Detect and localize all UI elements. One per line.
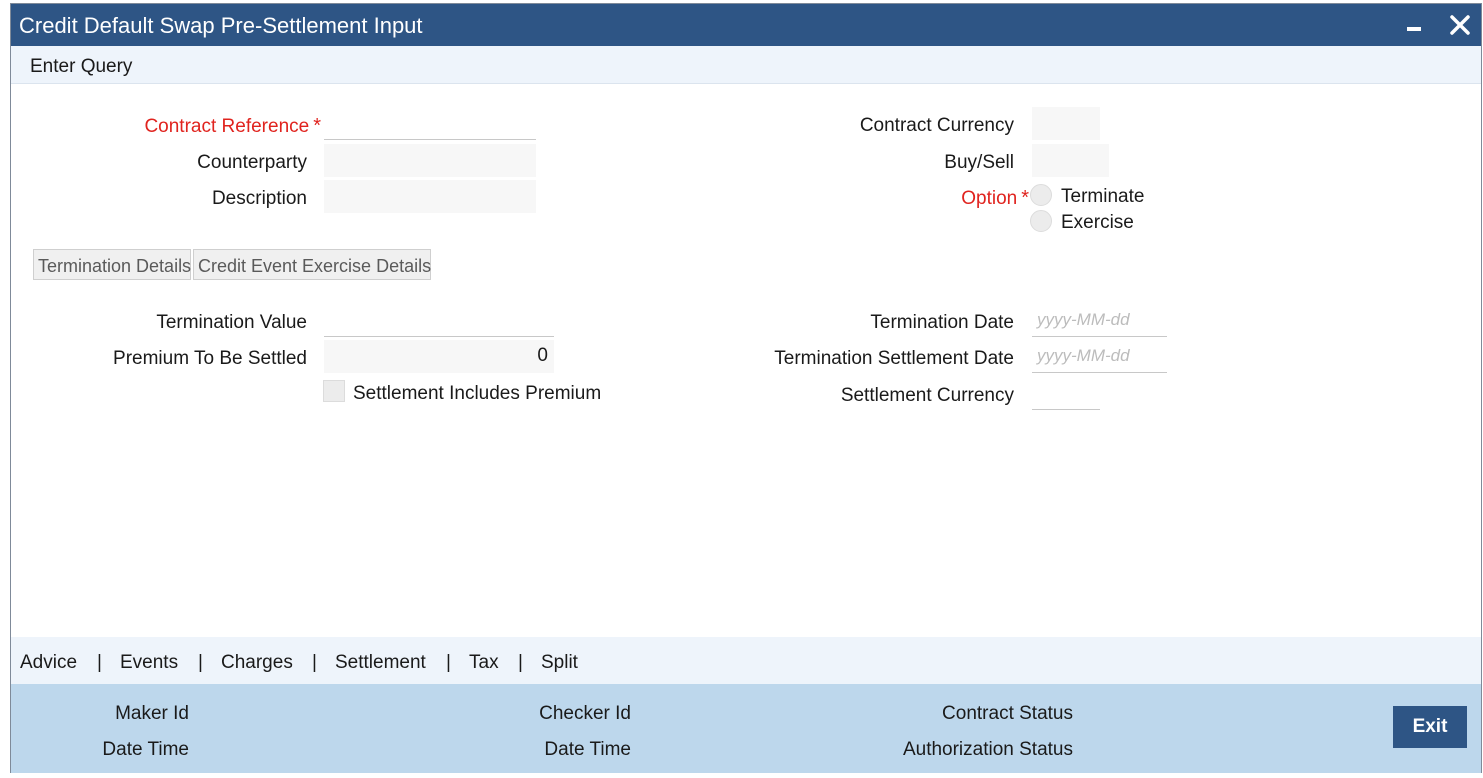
termination-settlement-date-label: Termination Settlement Date bbox=[774, 348, 1014, 369]
minimize-icon[interactable] bbox=[1399, 8, 1429, 42]
contract-currency-input bbox=[1032, 107, 1100, 140]
events-link[interactable]: Events bbox=[120, 652, 178, 674]
counterparty-label: Counterparty bbox=[197, 152, 307, 173]
termination-settlement-date-placeholder: yyyy-MM-dd bbox=[1037, 346, 1130, 365]
authorization-status-label: Authorization Status bbox=[902, 739, 1073, 760]
maker-date-time-label: Date Time bbox=[102, 739, 189, 760]
contract-reference-input[interactable] bbox=[324, 107, 536, 140]
title-bar: Credit Default Swap Pre-Settlement Input bbox=[11, 4, 1481, 46]
tax-link[interactable]: Tax bbox=[469, 652, 499, 674]
advice-link[interactable]: Advice bbox=[20, 652, 77, 674]
tab-credit-event-exercise-details[interactable]: Credit Event Exercise Details bbox=[193, 249, 431, 280]
cds-presettlement-window: Credit Default Swap Pre-Settlement Input… bbox=[10, 3, 1482, 773]
contract-status-label: Contract Status bbox=[942, 703, 1073, 724]
termination-value-input[interactable] bbox=[324, 304, 554, 337]
close-icon[interactable] bbox=[1445, 8, 1475, 42]
buy-sell-label: Buy/Sell bbox=[944, 152, 1014, 173]
settlement-includes-premium-label: Settlement Includes Premium bbox=[353, 383, 602, 404]
menu-bar: Enter Query bbox=[11, 46, 1481, 84]
premium-to-be-settled-input: 0 bbox=[324, 340, 554, 373]
premium-value: 0 bbox=[537, 345, 548, 366]
termination-value-label: Termination Value bbox=[156, 312, 307, 333]
contract-currency-label: Contract Currency bbox=[859, 115, 1014, 136]
description-input bbox=[324, 180, 536, 213]
settlement-link[interactable]: Settlement bbox=[335, 652, 426, 674]
premium-to-be-settled-label: Premium To Be Settled bbox=[113, 348, 307, 369]
checker-id-label: Checker Id bbox=[539, 703, 631, 724]
option-exercise-radio[interactable] bbox=[1030, 210, 1052, 232]
option-exercise-label: Exercise bbox=[1061, 212, 1134, 233]
termination-date-placeholder: yyyy-MM-dd bbox=[1037, 310, 1130, 329]
termination-date-label: Termination Date bbox=[870, 312, 1014, 333]
subsystem-links-bar: Advice | Events | Charges | Settlement |… bbox=[11, 637, 1481, 684]
split-link[interactable]: Split bbox=[541, 652, 578, 674]
option-label: Option * bbox=[961, 187, 1029, 209]
link-separator: | bbox=[518, 652, 523, 673]
window-title: Credit Default Swap Pre-Settlement Input bbox=[19, 13, 423, 38]
buy-sell-input bbox=[1032, 144, 1109, 177]
settlement-currency-input[interactable] bbox=[1032, 377, 1100, 410]
enter-query-menu[interactable]: Enter Query bbox=[30, 56, 132, 78]
description-label: Description bbox=[211, 188, 307, 209]
settlement-currency-label: Settlement Currency bbox=[840, 385, 1014, 406]
termination-date-input[interactable]: yyyy-MM-dd bbox=[1032, 304, 1167, 337]
audit-footer: Maker Id Date Time Checker Id Date Time … bbox=[11, 684, 1481, 773]
link-separator: | bbox=[97, 652, 102, 673]
tab-termination-details[interactable]: Termination Details bbox=[33, 249, 191, 280]
option-terminate-radio[interactable] bbox=[1030, 184, 1052, 206]
required-marker: * bbox=[313, 115, 321, 137]
maker-id-label: Maker Id bbox=[115, 703, 189, 724]
option-terminate-label: Terminate bbox=[1061, 186, 1145, 207]
link-separator: | bbox=[312, 652, 317, 673]
checker-date-time-label: Date Time bbox=[544, 739, 631, 760]
exit-button[interactable]: Exit bbox=[1393, 706, 1467, 748]
termination-settlement-date-input[interactable]: yyyy-MM-dd bbox=[1032, 340, 1167, 373]
counterparty-input bbox=[324, 144, 536, 177]
link-separator: | bbox=[446, 652, 451, 673]
settlement-includes-premium-checkbox[interactable] bbox=[323, 380, 345, 402]
contract-reference-label: Contract Reference * bbox=[144, 115, 321, 137]
charges-link[interactable]: Charges bbox=[221, 652, 293, 674]
link-separator: | bbox=[198, 652, 203, 673]
